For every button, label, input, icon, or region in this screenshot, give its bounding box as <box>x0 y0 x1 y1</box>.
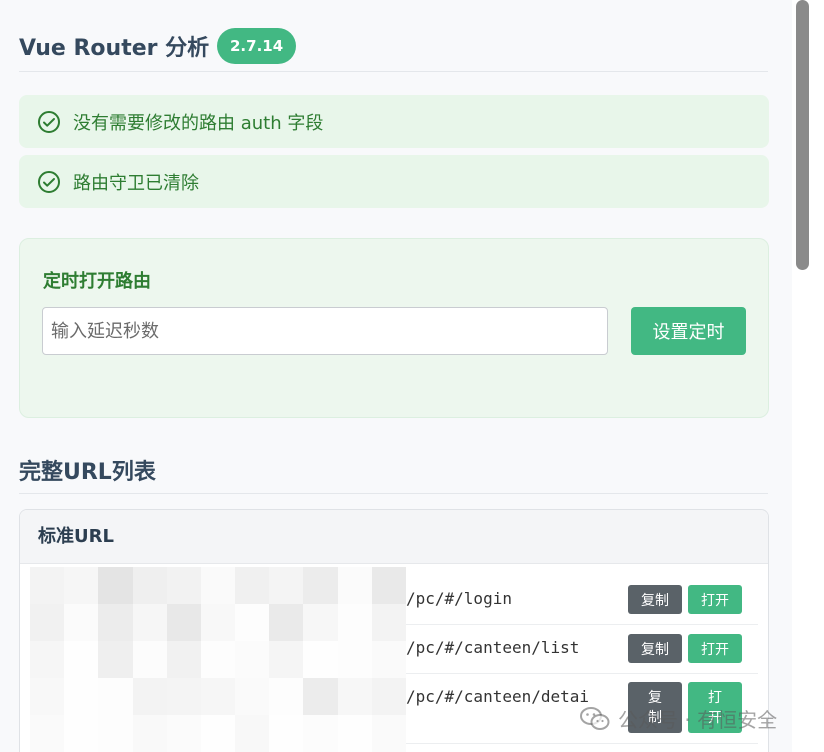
open-url-button[interactable]: 打开 <box>688 634 742 663</box>
url-text: /pc/#/login <box>406 589 512 608</box>
alert-text: 没有需要修改的路由 auth 字段 <box>73 112 324 134</box>
set-timer-button[interactable]: 设置定时 <box>631 307 746 355</box>
copy-url-button[interactable]: 复制 <box>628 585 682 614</box>
url-card-title: 标准URL <box>20 510 768 564</box>
delay-seconds-input[interactable] <box>42 307 608 355</box>
scrollbar-thumb[interactable] <box>796 0 809 270</box>
alert-no-auth-fields: 没有需要修改的路由 auth 字段 <box>19 95 769 148</box>
check-circle-icon <box>37 110 61 134</box>
check-circle-icon <box>37 170 61 194</box>
url-list-title: 完整URL列表 <box>19 454 768 494</box>
version-badge: 2.7.14 <box>217 28 297 64</box>
redacted-host-mask <box>30 567 406 752</box>
open-url-button[interactable]: 打开 <box>688 585 742 614</box>
watermark: 公众号 · 有恒安全 <box>580 704 777 733</box>
url-text: /pc/#/canteen/list <box>406 638 580 657</box>
wechat-icon <box>580 706 610 732</box>
watermark-text: 公众号 · 有恒安全 <box>618 708 778 732</box>
timer-title: 定时打开路由 <box>43 271 151 292</box>
timer-card: 定时打开路由 设置定时 <box>19 238 769 418</box>
alert-guards-cleared: 路由守卫已清除 <box>19 155 769 208</box>
page-header: Vue Router 分析 2.7.14 <box>19 26 768 72</box>
alert-text: 路由守卫已清除 <box>73 172 199 194</box>
copy-url-button[interactable]: 复制 <box>628 634 682 663</box>
page-title: Vue Router 分析 <box>19 36 210 61</box>
